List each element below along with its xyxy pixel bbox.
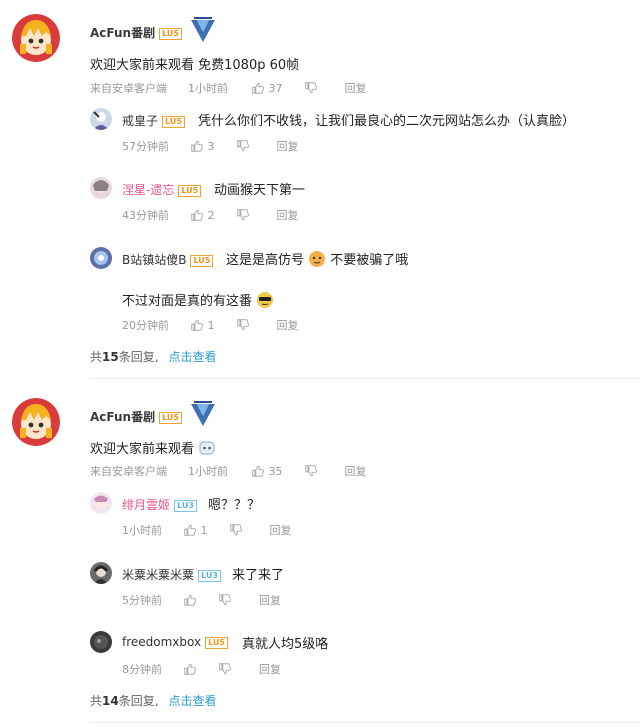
reply-button[interactable]: 回复: [259, 594, 281, 607]
acfun-avatar[interactable]: [12, 14, 60, 62]
reply-avatar[interactable]: [90, 108, 112, 130]
thumb-down-icon[interactable]: [218, 662, 232, 676]
level-badge: LU5: [159, 411, 182, 424]
total-replies: 共15条回复, 点击查看: [90, 350, 217, 364]
shiba-emoji-icon: [309, 251, 326, 267]
thumb-down-icon[interactable]: [304, 464, 318, 478]
reply-button[interactable]: 回复: [277, 319, 299, 332]
reply-meta: 8分钟前 回复: [122, 662, 281, 676]
thumb-down-icon[interactable]: [229, 523, 243, 537]
robot-emoji-icon: [199, 441, 215, 455]
thumb-up-icon[interactable]: [251, 464, 265, 478]
thumb-down-icon[interactable]: [236, 318, 250, 332]
divider: [90, 722, 640, 723]
reply-meta: 57分钟前 3 回复: [122, 139, 299, 153]
reply-text: 嗯？？？: [208, 498, 261, 513]
view-all-replies-link[interactable]: 点击查看: [169, 350, 217, 364]
thumb-up-icon[interactable]: [190, 318, 204, 332]
thumb-up-icon[interactable]: [183, 523, 197, 537]
acfun-v-badge-icon: [188, 16, 218, 46]
comment-meta: 来自安卓客户端 1小时前 37 回复: [90, 81, 367, 95]
level-badge: LU5: [159, 27, 182, 40]
divider: [90, 378, 640, 379]
reply-meta: 1小时前 1 回复: [122, 523, 292, 537]
sunglasses-emoji-icon: [257, 292, 274, 308]
reply-avatar[interactable]: [90, 562, 112, 584]
reply-meta: 5分钟前 回复: [122, 593, 281, 607]
thumb-down-icon[interactable]: [236, 139, 250, 153]
acfun-v-badge-icon: [188, 400, 218, 430]
comment-text: 欢迎大家前来观看 免费1080p 60帧: [90, 58, 300, 73]
author-name[interactable]: AcFun番剧 LU5: [90, 24, 182, 41]
view-all-replies-link[interactable]: 点击查看: [169, 694, 217, 708]
reply-avatar[interactable]: [90, 177, 112, 199]
total-replies: 共14条回复, 点击查看: [90, 694, 217, 708]
reply-author[interactable]: 米粟米粟米粟 LU3: [122, 566, 221, 583]
author-name[interactable]: AcFun番剧 LU5: [90, 408, 182, 425]
reply-text-line2: 不过对面是真的有这番: [122, 290, 274, 309]
reply-author[interactable]: 戒皇子 LU5: [122, 112, 185, 129]
reply-author[interactable]: 绯月雲姬 LU3: [122, 496, 197, 513]
reply-button[interactable]: 回复: [277, 140, 299, 153]
reply-avatar[interactable]: [90, 631, 112, 653]
thumb-up-icon[interactable]: [251, 81, 265, 95]
thumb-up-icon[interactable]: [183, 593, 197, 607]
comment-meta: 来自安卓客户端 1小时前 35 回复: [90, 464, 367, 478]
reply-text: 动画猴天下第一: [214, 183, 306, 198]
reply-avatar[interactable]: [90, 247, 112, 269]
reply-author[interactable]: B站镇站傻B LU5: [122, 251, 214, 268]
reply-button[interactable]: 回复: [259, 663, 281, 676]
reply-text: 这是是高仿号 不要被骗了哦: [226, 249, 408, 268]
reply-author[interactable]: freedomxbox LU5: [122, 635, 228, 649]
reply-text: 来了来了: [232, 568, 285, 583]
reply-button[interactable]: 回复: [270, 524, 292, 537]
reply-avatar[interactable]: [90, 492, 112, 514]
reply-text: 凭什么你们不收钱，让我们最良心的二次元网站怎么办（认真脸）: [198, 114, 576, 129]
thumb-up-icon[interactable]: [190, 208, 204, 222]
reply-author[interactable]: 涅星-遗忘 LU5: [122, 181, 202, 198]
comment-text: 欢迎大家前来观看: [90, 438, 216, 457]
thumb-down-icon[interactable]: [218, 593, 232, 607]
reply-button[interactable]: 回复: [277, 209, 299, 222]
thumb-down-icon[interactable]: [236, 208, 250, 222]
reply-meta: 20分钟前 1 回复: [122, 318, 299, 332]
reply-text: 真就人均5级咯: [242, 637, 329, 652]
acfun-avatar[interactable]: [12, 398, 60, 446]
thumb-up-icon[interactable]: [183, 662, 197, 676]
thumb-down-icon[interactable]: [304, 81, 318, 95]
reply-button[interactable]: 回复: [345, 82, 367, 95]
reply-button[interactable]: 回复: [345, 465, 367, 478]
thumb-up-icon[interactable]: [190, 139, 204, 153]
reply-meta: 43分钟前 2 回复: [122, 208, 299, 222]
